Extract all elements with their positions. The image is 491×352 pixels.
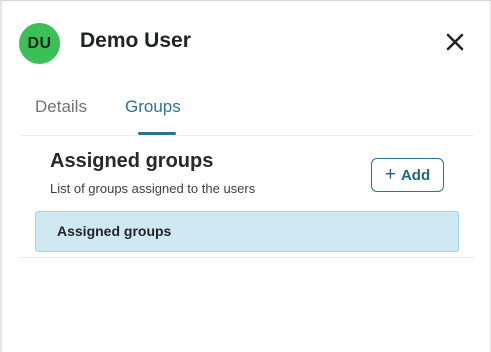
section-title: Assigned groups (50, 150, 214, 172)
avatar-initials: DU (27, 34, 52, 52)
table-bottom-divider (20, 257, 474, 258)
avatar: DU (19, 23, 60, 64)
tab-groups[interactable]: Groups (125, 97, 181, 117)
column-header-assigned-groups: Assigned groups (57, 223, 172, 239)
section-subtitle: List of groups assigned to the users (50, 181, 256, 196)
tab-details[interactable]: Details (35, 97, 87, 117)
add-group-button[interactable]: + Add (371, 158, 444, 192)
add-button-label: Add (400, 166, 431, 184)
tabs-divider (20, 135, 474, 136)
panel-header: DU Demo User (2, 1, 490, 81)
tab-bar: Details Groups (2, 89, 490, 135)
close-button[interactable] (440, 27, 470, 57)
table-header: Assigned groups (35, 211, 459, 252)
user-detail-panel: DU Demo User Details Groups Assigned gro… (0, 0, 491, 352)
user-name-title: Demo User (80, 29, 191, 52)
plus-icon: + (384, 164, 396, 185)
close-icon (446, 33, 464, 51)
